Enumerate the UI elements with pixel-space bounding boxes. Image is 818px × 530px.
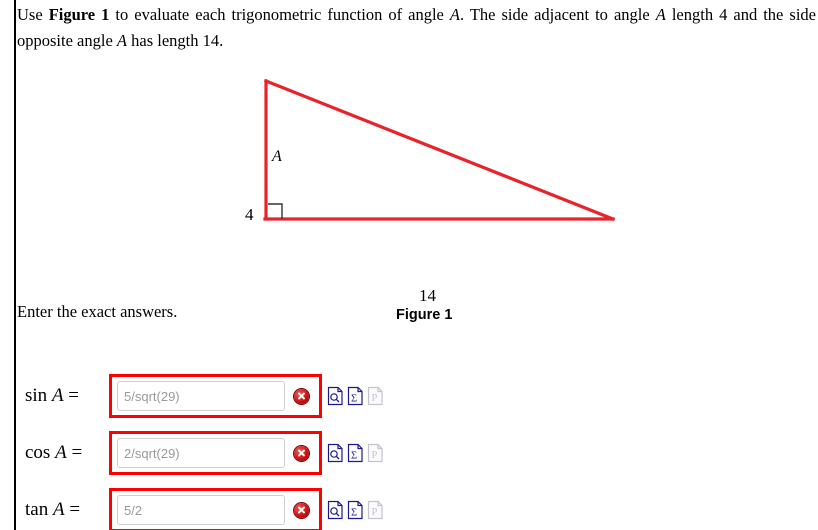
svg-text:Σ: Σ <box>351 451 357 462</box>
answer-input-frame-sin[interactable] <box>109 374 322 418</box>
answer-row-sin: sin A = Σ <box>17 373 417 419</box>
tool-icons-sin: Σ P <box>327 386 384 406</box>
exercise-page: Use Figure 1 to evaluate each trigonomet… <box>0 0 818 530</box>
answer-label-tan: tan A = <box>17 499 109 521</box>
prompt-text-part2: to evaluate each trigonometric function … <box>109 5 450 24</box>
answer-row-cos: cos A = Σ <box>17 430 417 476</box>
prompt-text-part5: has length 14. <box>127 31 224 50</box>
svg-text:P: P <box>372 450 378 461</box>
function-name-cos: cos <box>25 442 51 463</box>
answer-label-cos: cos A = <box>17 442 109 464</box>
figure-side-label-opposite: 14 <box>419 286 436 305</box>
prompt-text-part3: . The side adjacent to angle <box>459 5 656 24</box>
preview-magnifier-icon[interactable] <box>327 443 344 463</box>
red-x-circle-icon <box>294 445 309 461</box>
instructions-text: Enter the exact answers. <box>17 302 178 321</box>
red-x-circle-icon <box>294 388 309 404</box>
tool-icons-tan: Σ P <box>327 500 384 520</box>
answer-row-tan: tan A = Σ <box>17 487 417 530</box>
equals-sign-tan: = <box>69 499 81 520</box>
svg-text:Σ: Σ <box>351 508 357 519</box>
angle-variable-3: A <box>116 31 127 50</box>
answer-input-tan[interactable] <box>117 495 285 525</box>
answer-input-cos[interactable] <box>117 438 285 468</box>
figure-reference: Figure 1 <box>48 5 110 24</box>
equals-sign-sin: = <box>68 385 80 406</box>
angle-variable-1: A <box>449 5 460 24</box>
print-page-icon: P <box>367 443 384 463</box>
preview-magnifier-icon[interactable] <box>327 386 344 406</box>
problem-statement: Use Figure 1 to evaluate each trigonomet… <box>17 2 816 54</box>
figure-side-label-adjacent: 4 <box>245 205 254 224</box>
angle-variable-2: A <box>655 5 666 24</box>
math-palette-sigma-icon[interactable]: Σ <box>347 443 364 463</box>
prompt-text-part1: Use <box>17 5 49 24</box>
svg-text:Σ: Σ <box>351 394 357 405</box>
print-page-icon: P <box>367 500 384 520</box>
function-name-sin: sin <box>25 385 48 406</box>
answer-input-frame-tan[interactable] <box>109 488 322 530</box>
answer-label-sin: sin A = <box>17 385 109 407</box>
figure-vertex-label-a: A <box>272 148 282 165</box>
function-arg-cos: A <box>55 442 67 463</box>
print-page-icon: P <box>367 386 384 406</box>
function-arg-tan: A <box>52 499 65 520</box>
tool-icons-cos: Σ P <box>327 443 384 463</box>
equals-sign-cos: = <box>71 442 83 463</box>
preview-magnifier-icon[interactable] <box>327 500 344 520</box>
function-arg-sin: A <box>51 385 64 406</box>
answer-input-frame-cos[interactable] <box>109 431 322 475</box>
answer-input-sin[interactable] <box>117 381 285 411</box>
figure-caption: Figure 1 <box>396 307 453 323</box>
math-palette-sigma-icon[interactable]: Σ <box>347 500 364 520</box>
svg-text:P: P <box>372 393 378 404</box>
right-triangle-graphic <box>263 78 616 222</box>
function-name-tan: tan <box>25 499 49 520</box>
svg-text:P: P <box>372 507 378 518</box>
red-x-circle-icon <box>294 502 309 518</box>
figure-1: A 4 14 Figure 1 <box>0 62 818 323</box>
math-palette-sigma-icon[interactable]: Σ <box>347 386 364 406</box>
